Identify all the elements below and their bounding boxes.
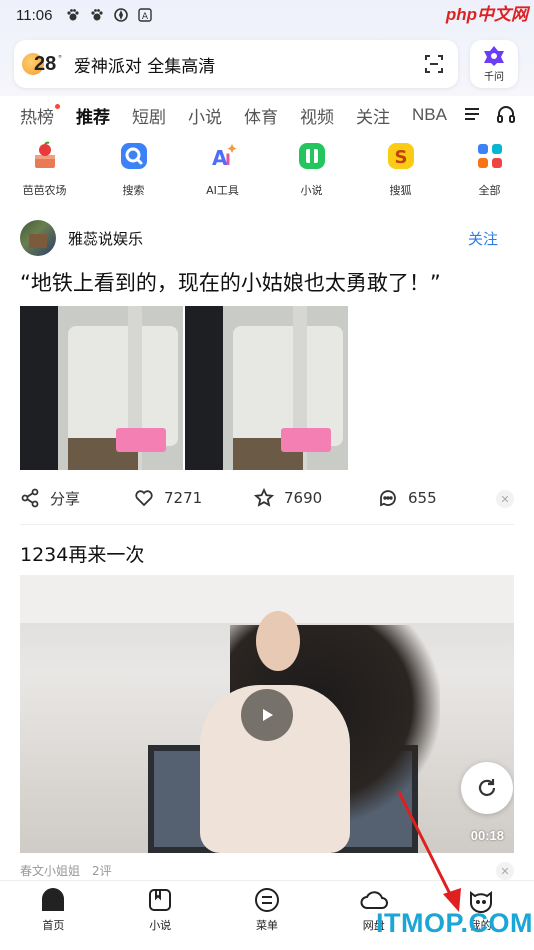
paw-icon [90, 8, 104, 22]
post-image[interactable] [20, 306, 183, 470]
tab-sports[interactable]: 体育 [244, 103, 278, 128]
favorite-button[interactable]: 7690 [254, 488, 378, 508]
post-images[interactable] [20, 306, 348, 470]
play-icon [263, 709, 273, 721]
tab-tools [464, 104, 516, 124]
watermark-top: php中文网 [445, 5, 528, 24]
tab-video[interactable]: 视频 [300, 103, 334, 128]
search-box[interactable]: 28 ° 爱神派对 全集高清 [14, 40, 458, 88]
status-time: 11:06 [16, 6, 53, 24]
svg-text:A: A [142, 12, 149, 22]
tab-short-drama[interactable]: 短剧 [132, 103, 166, 128]
app-a-icon: A [138, 8, 153, 22]
share-button[interactable]: 分享 [20, 488, 134, 509]
home-icon [42, 888, 65, 911]
qianwen-icon [484, 46, 504, 66]
paw-icon [66, 8, 80, 22]
video-player[interactable]: 00:18 [20, 575, 514, 853]
search-app-icon [118, 140, 150, 172]
menu-icon [254, 888, 279, 912]
tab-hot[interactable]: 热榜 [20, 103, 60, 128]
shortcut-label: 全部 [478, 184, 501, 197]
post-image[interactable] [185, 306, 348, 470]
play-button[interactable] [241, 689, 293, 741]
nav-home[interactable]: 首页 [0, 881, 107, 950]
comment-count: 655 [408, 489, 437, 507]
shortcut-all[interactable]: 全部 [445, 140, 534, 204]
notification-dot [55, 103, 60, 109]
qianwen-label: 千问 [484, 72, 504, 83]
star-icon [254, 488, 274, 507]
scan-icon[interactable] [422, 52, 446, 76]
ai-tools-icon: AI [207, 140, 239, 172]
nav-label: 首页 [42, 919, 65, 932]
tab-menu-icon[interactable] [464, 106, 480, 122]
svg-text:I: I [225, 150, 231, 169]
like-count: 7271 [164, 489, 203, 507]
svg-text:S: S [394, 147, 407, 168]
video-duration: 00:18 [470, 828, 504, 843]
novel-app-icon [296, 140, 328, 172]
share-label: 分享 [50, 489, 81, 508]
tab-bar: 热榜 推荐 短剧 小说 体育 视频 关注 NBA [0, 96, 534, 134]
comment-button[interactable]: 655 [378, 488, 437, 508]
share-icon [21, 488, 39, 508]
shortcut-grid: 芭芭农场 搜索 AI AI工具 小说 S 搜狐 全部 [0, 140, 534, 204]
follow-button[interactable]: 关注 [468, 228, 498, 249]
shortcut-label: 搜狐 [389, 184, 412, 197]
tab-nba[interactable]: NBA [412, 105, 447, 125]
shortcut-novel[interactable]: 小说 [267, 140, 356, 204]
video-comment-count: 2评 [92, 864, 112, 878]
post-header: 雅蕊说娱乐 关注 [20, 218, 514, 258]
shortcut-sohu[interactable]: S 搜狐 [356, 140, 445, 204]
refresh-icon [478, 779, 496, 796]
shortcut-label: AI工具 [206, 184, 239, 197]
favorite-count: 7690 [284, 489, 323, 507]
video-title[interactable]: 1234再来一次 [20, 540, 144, 567]
weather-temperature: 28 ° [34, 52, 62, 75]
refresh-button[interactable] [461, 762, 513, 814]
headphones-icon[interactable] [496, 104, 516, 124]
nav-novel[interactable]: 小说 [107, 881, 214, 950]
shortcut-label: 搜索 [122, 184, 145, 197]
shortcut-label: 小说 [300, 184, 323, 197]
search-query[interactable]: 爱神派对 全集高清 [74, 52, 422, 77]
watermark-bottom: ITMOP.COM [376, 908, 534, 938]
shortcut-search[interactable]: 搜索 [89, 140, 178, 204]
compass-icon [114, 8, 129, 22]
shortcut-farm[interactable]: 芭芭农场 [0, 140, 89, 204]
nav-label: 菜单 [255, 919, 278, 932]
tab-novel[interactable]: 小说 [188, 103, 222, 128]
video-source[interactable]: 春文小姐姐 [20, 862, 80, 879]
comment-icon [380, 490, 396, 507]
dismiss-icon[interactable]: ✕ [496, 490, 514, 508]
all-apps-icon [474, 140, 506, 172]
divider [20, 524, 514, 525]
author-name[interactable]: 雅蕊说娱乐 [68, 228, 468, 249]
tab-recommend[interactable]: 推荐 [76, 103, 110, 128]
video-meta: 春文小姐姐 2评 [20, 862, 112, 879]
sohu-icon: S [385, 140, 417, 172]
shortcut-ai-tools[interactable]: AI AI工具 [178, 140, 267, 204]
book-icon [149, 889, 172, 911]
nav-label: 小说 [149, 919, 172, 932]
post-actions: 分享 7271 7690 655 ✕ [20, 482, 514, 514]
avatar[interactable] [20, 220, 56, 256]
tab-follow[interactable]: 关注 [356, 103, 390, 128]
nav-menu[interactable]: 菜单 [214, 881, 321, 950]
farm-icon [29, 140, 61, 172]
shortcut-label: 芭芭农场 [22, 184, 67, 197]
qianwen-button[interactable]: 千问 [470, 40, 518, 88]
dismiss-icon[interactable]: ✕ [496, 862, 514, 880]
heart-icon [135, 490, 153, 507]
like-button[interactable]: 7271 [134, 488, 254, 508]
weather-badge[interactable]: 28 ° [22, 53, 62, 76]
post-title[interactable]: “地铁上看到的，现在的小姑娘也太勇敢了！” [20, 268, 514, 298]
